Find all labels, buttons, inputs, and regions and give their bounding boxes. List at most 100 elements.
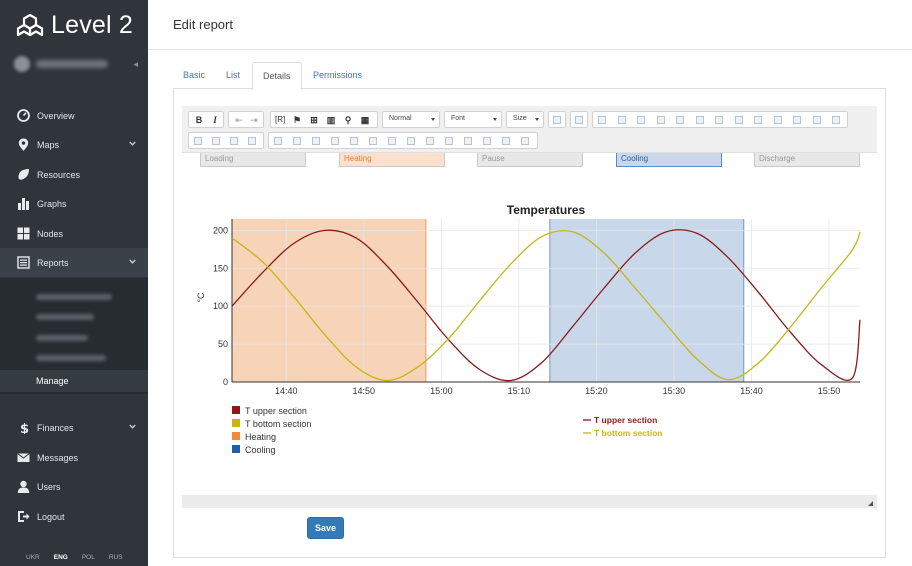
state-pause[interactable]: Pause xyxy=(477,153,583,167)
sidebar-item-reports[interactable]: Reports xyxy=(0,248,148,277)
placeholder-icon[interactable]: [R] xyxy=(275,115,285,125)
logo-icon xyxy=(16,13,44,37)
size-select[interactable]: Size xyxy=(506,111,544,128)
chart-title: Temperatures xyxy=(507,203,586,217)
tab-details[interactable]: Details xyxy=(252,62,302,90)
legend-label: Cooling xyxy=(245,445,276,455)
state-heating[interactable]: Heating xyxy=(339,153,445,167)
insert-row-icon[interactable] xyxy=(773,116,782,124)
align-left-icon[interactable] xyxy=(521,137,529,145)
sidebar-item-overview[interactable]: Overview xyxy=(0,101,148,130)
state-discharge[interactable]: Discharge xyxy=(754,153,860,167)
sidebar-item-resources[interactable]: Resources xyxy=(0,160,148,189)
x-tick-label: 15:40 xyxy=(740,386,763,396)
state-cooling[interactable]: Cooling xyxy=(616,153,722,167)
submenu-item-blurred[interactable] xyxy=(36,314,94,320)
y-tick-label: 50 xyxy=(218,339,228,349)
sidebar-item-graphs[interactable]: Graphs xyxy=(0,189,148,218)
sidebar-item-maps[interactable]: Maps xyxy=(0,130,148,159)
y-tick-label: 150 xyxy=(213,263,228,273)
editor-toolbar: B I ⇤ ⇥ [R] ⚑ ⊞ ▥ ⚲ ▦ Normal Font Size xyxy=(182,106,877,153)
size-select-value: Size xyxy=(513,115,527,122)
user-menu[interactable]: ◂ xyxy=(14,56,138,72)
sidebar-item-logout[interactable]: Logout xyxy=(0,502,148,531)
tab-list[interactable]: List xyxy=(216,62,250,89)
cell-icon[interactable] xyxy=(426,137,434,145)
row-icon[interactable] xyxy=(445,137,453,145)
merge-cells-icon[interactable] xyxy=(331,137,339,145)
sidebar-item-finances[interactable]: $ Finances xyxy=(0,413,148,442)
align-center-icon[interactable] xyxy=(388,137,396,145)
save-button[interactable]: Save xyxy=(307,517,344,539)
chevron-down-icon xyxy=(129,424,136,429)
legend-swatch xyxy=(232,445,240,453)
split-icon[interactable] xyxy=(695,116,704,124)
format-select[interactable]: Normal xyxy=(382,111,440,128)
col-icon[interactable] xyxy=(464,137,472,145)
add-table-icon[interactable] xyxy=(212,137,220,145)
indent-icon[interactable]: ⇥ xyxy=(249,115,259,125)
sidebar-item-label: Maps xyxy=(37,139,60,150)
leaf-icon xyxy=(17,168,30,181)
col-right-icon[interactable] xyxy=(734,116,743,124)
col-left-icon[interactable] xyxy=(715,116,723,124)
row-above-icon[interactable] xyxy=(617,116,626,124)
table-props-icon[interactable] xyxy=(194,137,202,145)
delete-row-icon[interactable] xyxy=(832,116,840,124)
language-eng[interactable]: ENG xyxy=(54,554,68,561)
split-cell-icon[interactable] xyxy=(502,137,510,145)
logo[interactable]: Level 2 xyxy=(16,10,133,40)
align-left-icon[interactable] xyxy=(369,137,377,145)
sidebar-item-nodes[interactable]: Nodes xyxy=(0,219,148,248)
row-below-icon[interactable] xyxy=(812,116,821,124)
table-cell-tools-a xyxy=(188,132,264,149)
table-cell-tools-b xyxy=(268,132,538,149)
format-select-value: Normal xyxy=(389,115,412,122)
row-below-icon[interactable] xyxy=(637,116,645,124)
delete-col-icon[interactable] xyxy=(754,116,762,124)
row-icon[interactable] xyxy=(293,137,301,145)
merge-cells-icon[interactable] xyxy=(483,137,491,145)
table-icon[interactable]: ▦ xyxy=(360,115,370,125)
submenu-item-blurred[interactable] xyxy=(36,355,106,361)
language-pol[interactable]: POL xyxy=(82,554,95,561)
font-select[interactable]: Font xyxy=(444,111,502,128)
flag-icon[interactable]: ⚑ xyxy=(292,115,302,125)
merge-icon[interactable] xyxy=(676,116,684,124)
submenu-item-blurred[interactable] xyxy=(36,294,112,300)
outdent-icon[interactable]: ⇤ xyxy=(234,115,244,125)
language-rus[interactable]: RUS xyxy=(109,554,123,561)
y-tick-label: 100 xyxy=(213,301,228,311)
bar-chart-icon[interactable]: ▥ xyxy=(326,115,336,125)
sidebar-item-label: Finances xyxy=(37,422,74,433)
language-ukr[interactable]: UKR xyxy=(26,554,40,561)
submenu-item-manage[interactable]: Manage xyxy=(0,370,148,392)
tab-permissions[interactable]: Permissions xyxy=(303,62,372,89)
cell-icon[interactable] xyxy=(274,137,282,145)
dollar-icon: $ xyxy=(17,421,30,434)
tab-basic[interactable]: Basic xyxy=(173,62,215,89)
sidebar-item-messages[interactable]: Messages xyxy=(0,443,148,472)
sitemap-icon[interactable]: ⊞ xyxy=(309,115,319,125)
delete-table-icon[interactable] xyxy=(248,137,256,145)
row-above-icon[interactable] xyxy=(793,116,801,124)
state-loading[interactable]: Loading xyxy=(200,153,306,167)
map-marker-icon[interactable]: ⚲ xyxy=(343,115,353,125)
sidebar-item-users[interactable]: Users xyxy=(0,472,148,501)
bold-button[interactable]: B xyxy=(194,115,204,125)
delete-row-icon[interactable] xyxy=(656,116,665,124)
source-button[interactable] xyxy=(570,111,588,128)
split-cell-icon[interactable] xyxy=(350,137,358,145)
bar-chart-icon xyxy=(17,197,30,210)
insert-row-icon[interactable] xyxy=(598,116,606,124)
resize-handle-icon[interactable] xyxy=(868,501,873,506)
cell-props-icon[interactable] xyxy=(230,137,238,145)
submenu-item-blurred[interactable] xyxy=(36,335,88,341)
temperature-chart: 0 50 100 150 200 14:40 14:50 15:00 15:10 15:20 15:… xyxy=(196,203,861,455)
legend-label: T upper section xyxy=(594,415,657,425)
align-right-icon[interactable] xyxy=(407,137,415,145)
block-button[interactable] xyxy=(548,111,566,128)
italic-button[interactable]: I xyxy=(210,115,220,125)
col-icon[interactable] xyxy=(312,137,320,145)
y-axis-label: °C xyxy=(196,292,206,303)
